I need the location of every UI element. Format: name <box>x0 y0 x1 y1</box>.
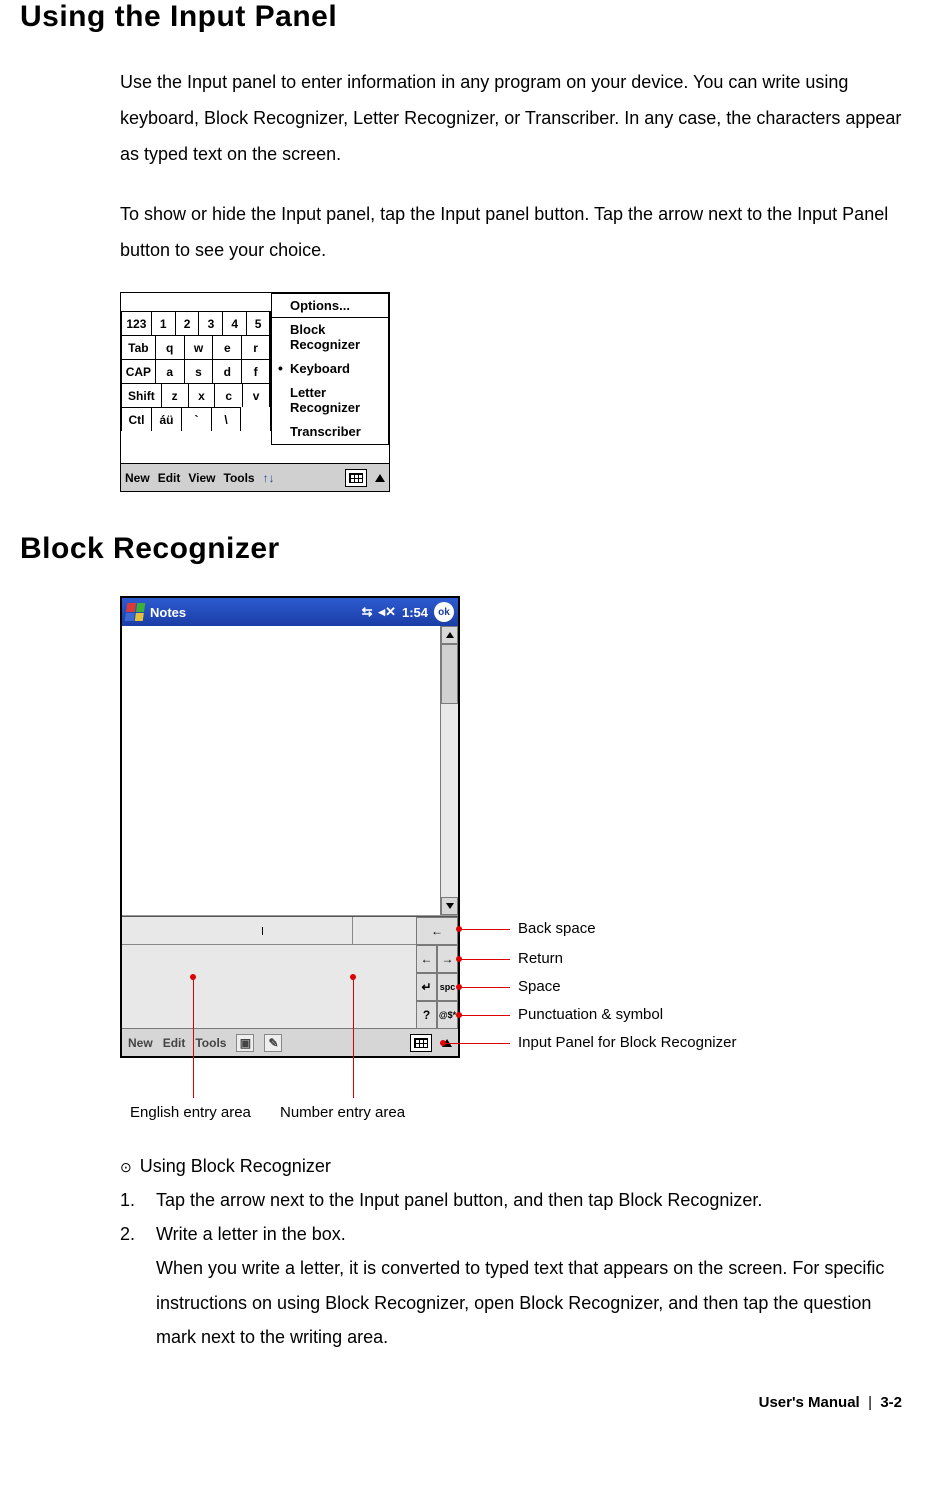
callout-line <box>460 1015 510 1016</box>
backspace-button[interactable]: ← <box>416 917 458 945</box>
menu-edit[interactable]: Edit <box>163 1036 186 1050</box>
command-bar: New Edit View Tools ↑↓ <box>121 463 389 491</box>
start-flag-icon[interactable] <box>125 603 146 621</box>
callout-line <box>460 959 510 960</box>
keyboard-key[interactable]: r <box>241 335 270 359</box>
keyboard-key[interactable]: a <box>155 359 184 383</box>
footer-manual-label: User's Manual <box>759 1394 860 1411</box>
symbol-button[interactable]: @$* <box>437 1001 458 1029</box>
callout-line <box>460 929 510 930</box>
space-button[interactable]: spc <box>437 973 458 1001</box>
menu-item-keyboard[interactable]: Keyboard <box>272 357 388 381</box>
callout-punctuation: Punctuation & symbol <box>518 1006 663 1023</box>
menu-tools[interactable]: Tools <box>195 1036 226 1050</box>
recording-icon[interactable]: ▣ <box>236 1034 254 1052</box>
connectivity-icon[interactable]: ⇆ <box>362 604 373 620</box>
scroll-thumb[interactable] <box>441 644 458 704</box>
english-entry-area[interactable] <box>122 917 416 945</box>
menu-item-options[interactable]: Options... <box>272 294 388 318</box>
command-bar: New Edit Tools ▣ ✎ <box>122 1028 458 1056</box>
keyboard-key[interactable]: q <box>155 335 184 359</box>
return-button[interactable]: ↵ <box>416 973 437 1001</box>
callout-space: Space <box>518 978 561 995</box>
keyboard-key[interactable]: z <box>161 383 188 407</box>
scroll-up-button[interactable] <box>441 626 458 644</box>
vertical-scrollbar[interactable] <box>440 626 458 915</box>
step-number: 2. <box>120 1217 138 1354</box>
keyboard-key[interactable]: 4 <box>222 311 246 335</box>
keyboard-key[interactable]: x <box>188 383 215 407</box>
help-button[interactable]: ? <box>416 1001 437 1029</box>
menu-new[interactable]: New <box>125 471 150 485</box>
menu-edit[interactable]: Edit <box>158 471 181 485</box>
callout-english-entry: English entry area <box>130 1104 251 1121</box>
paragraph-show-hide: To show or hide the Input panel, tap the… <box>120 196 910 268</box>
step-number: 1. <box>120 1183 138 1217</box>
keyboard-key[interactable]: ` <box>181 407 211 431</box>
menu-new[interactable]: New <box>128 1036 153 1050</box>
heading-block-recognizer: Block Recognizer <box>20 532 910 566</box>
keyboard-tab-key[interactable]: Tab <box>121 335 155 359</box>
footer-separator: | <box>868 1394 872 1411</box>
keyboard-key[interactable]: s <box>184 359 213 383</box>
onscreen-keyboard[interactable]: 123 1 2 3 4 5 Tab q w e r CAP a s <box>121 311 271 431</box>
menu-item-letter-recognizer[interactable]: Letter Recognizer <box>272 381 388 420</box>
cursor-right-button[interactable]: → <box>437 945 458 973</box>
clock-time[interactable]: 1:54 <box>402 605 428 620</box>
input-panel-button[interactable] <box>410 1034 432 1052</box>
ok-button[interactable]: ok <box>434 602 454 622</box>
menu-item-block-recognizer[interactable]: Block Recognizer <box>272 318 388 357</box>
subheading-using-block-recognizer: Using Block Recognizer <box>120 1156 910 1177</box>
keyboard-intl-key[interactable]: áü <box>151 407 181 431</box>
area-divider <box>352 917 353 945</box>
keyboard-key[interactable]: d <box>212 359 241 383</box>
callout-input-panel: Input Panel for Block Recognizer <box>518 1034 736 1051</box>
menu-tools[interactable]: Tools <box>224 471 255 485</box>
input-panel-button[interactable] <box>345 469 367 487</box>
step-2-detail: When you write a letter, it is converted… <box>156 1251 910 1354</box>
keyboard-key[interactable]: e <box>212 335 241 359</box>
keyboard-key[interactable]: 2 <box>175 311 199 335</box>
cursor-left-button[interactable]: ← <box>416 945 437 973</box>
screenshot-block-recognizer: Notes ⇆ ◂✕ 1:54 ok abc 123 <box>120 596 460 1058</box>
keyboard-cap-key[interactable]: CAP <box>121 359 155 383</box>
block-recognizer-panel: abc 123 ← ← → ↵ spc ? @$* <box>122 916 458 1028</box>
keyboard-key[interactable]: 3 <box>198 311 222 335</box>
callout-return: Return <box>518 950 563 967</box>
window-title-bar: Notes ⇆ ◂✕ 1:54 ok <box>122 598 458 626</box>
menu-item-transcriber[interactable]: Transcriber <box>272 420 388 444</box>
volume-icon[interactable]: ◂✕ <box>379 604 396 620</box>
footer-page-number: 3-2 <box>880 1394 902 1411</box>
scroll-down-button[interactable] <box>441 897 458 915</box>
keyboard-key[interactable]: c <box>214 383 242 407</box>
pen-icon[interactable]: ✎ <box>264 1034 282 1052</box>
input-method-menu: Options... Block Recognizer Keyboard Let… <box>271 293 389 445</box>
heading-using-input-panel: Using the Input Panel <box>20 0 910 34</box>
page-footer: User's Manual | 3-2 <box>20 1394 910 1411</box>
keyboard-key[interactable]: f <box>241 359 270 383</box>
callout-number-entry: Number entry area <box>280 1104 405 1121</box>
callout-line <box>460 987 510 988</box>
keyboard-key[interactable]: \ <box>211 407 241 431</box>
keyboard-ctl-key[interactable]: Ctl <box>121 407 151 431</box>
callout-backspace: Back space <box>518 920 596 937</box>
keyboard-key[interactable]: v <box>242 383 270 407</box>
scroll-arrows-icon[interactable]: ↑↓ <box>263 471 275 485</box>
callout-line <box>444 1043 510 1044</box>
step-2-text: Write a letter in the box. <box>156 1217 910 1251</box>
keyboard-123-key[interactable]: 123 <box>121 311 151 335</box>
menu-view[interactable]: View <box>188 471 215 485</box>
keyboard-shift-key[interactable]: Shift <box>121 383 161 407</box>
paragraph-intro: Use the Input panel to enter information… <box>120 64 910 172</box>
note-writing-area[interactable] <box>122 626 458 916</box>
keyboard-key[interactable]: 1 <box>151 311 175 335</box>
keyboard-key[interactable]: 5 <box>246 311 270 335</box>
step-1-text: Tap the arrow next to the Input panel bu… <box>156 1183 762 1217</box>
callout-line <box>353 978 354 1098</box>
screenshot-input-panel-menu: 123 1 2 3 4 5 Tab q w e r CAP a s <box>120 292 390 492</box>
app-title: Notes <box>150 605 186 620</box>
input-panel-arrow-button[interactable] <box>375 474 385 482</box>
keyboard-key[interactable]: w <box>184 335 213 359</box>
callout-line <box>193 978 194 1098</box>
